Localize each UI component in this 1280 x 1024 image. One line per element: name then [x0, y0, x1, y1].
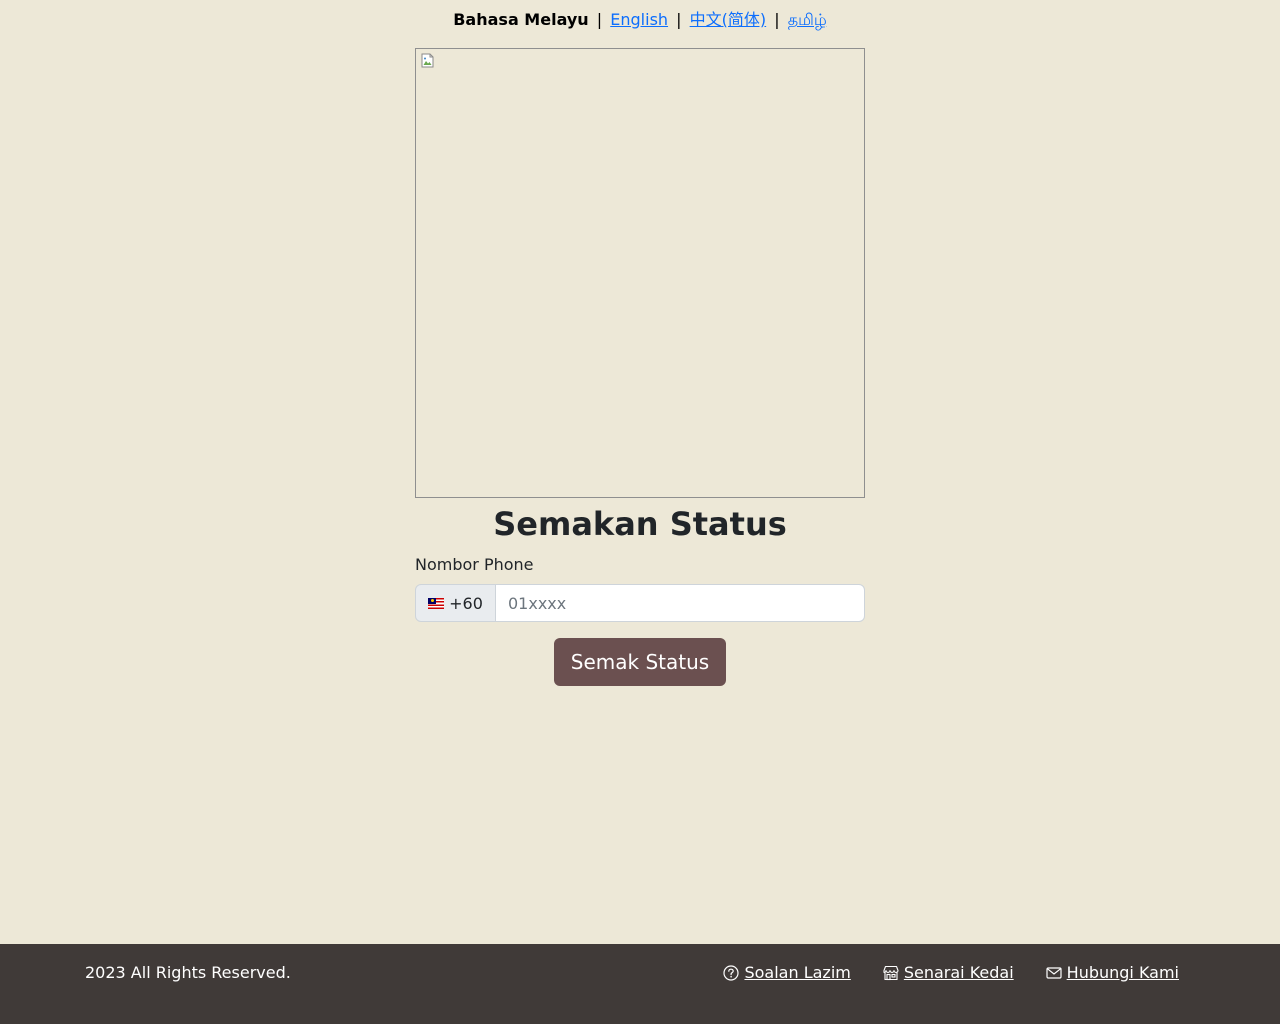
- footer-link-shops[interactable]: Senarai Kedai: [883, 963, 1014, 983]
- shop-icon: [883, 965, 899, 981]
- phone-label: Nombor Phone: [415, 555, 534, 574]
- footer-links: Soalan Lazim Senarai Kedai Hubungi Kami: [723, 963, 1179, 983]
- phone-input-group: +60: [415, 584, 865, 622]
- language-separator: |: [596, 10, 603, 29]
- language-separator: |: [676, 10, 682, 29]
- footer-link-label: Senarai Kedai: [903, 963, 1014, 982]
- country-code: +60: [449, 593, 483, 613]
- phone-input[interactable]: [496, 584, 865, 622]
- banner-image: [415, 48, 865, 498]
- language-link-tamil[interactable]: தமிழ்: [788, 10, 827, 29]
- malaysia-flag-icon: [428, 597, 445, 609]
- check-status-button[interactable]: Semak Status: [554, 638, 726, 686]
- language-separator: |: [774, 10, 780, 29]
- broken-image-icon: [421, 53, 434, 68]
- envelope-icon: [1046, 967, 1062, 979]
- language-link-english[interactable]: English: [610, 10, 668, 29]
- country-code-prefix: +60: [415, 584, 496, 622]
- question-circle-icon: [723, 965, 740, 981]
- language-current: Bahasa Melayu: [453, 10, 589, 29]
- footer-link-contact[interactable]: Hubungi Kami: [1046, 963, 1179, 983]
- copyright-text: 2023 All Rights Reserved.: [85, 963, 291, 982]
- language-switcher: Bahasa Melayu | English | 中文(简体) | தமிழ்: [0, 10, 1280, 30]
- footer: 2023 All Rights Reserved. Soalan Lazim S…: [0, 944, 1280, 1024]
- footer-link-label: Soalan Lazim: [744, 963, 851, 982]
- footer-link-label: Hubungi Kami: [1066, 963, 1179, 982]
- footer-link-faq[interactable]: Soalan Lazim: [723, 963, 851, 983]
- language-link-chinese[interactable]: 中文(简体): [690, 10, 767, 29]
- page-title: Semakan Status: [493, 505, 787, 543]
- page: Bahasa Melayu | English | 中文(简体) | தமிழ்…: [0, 0, 1280, 1024]
